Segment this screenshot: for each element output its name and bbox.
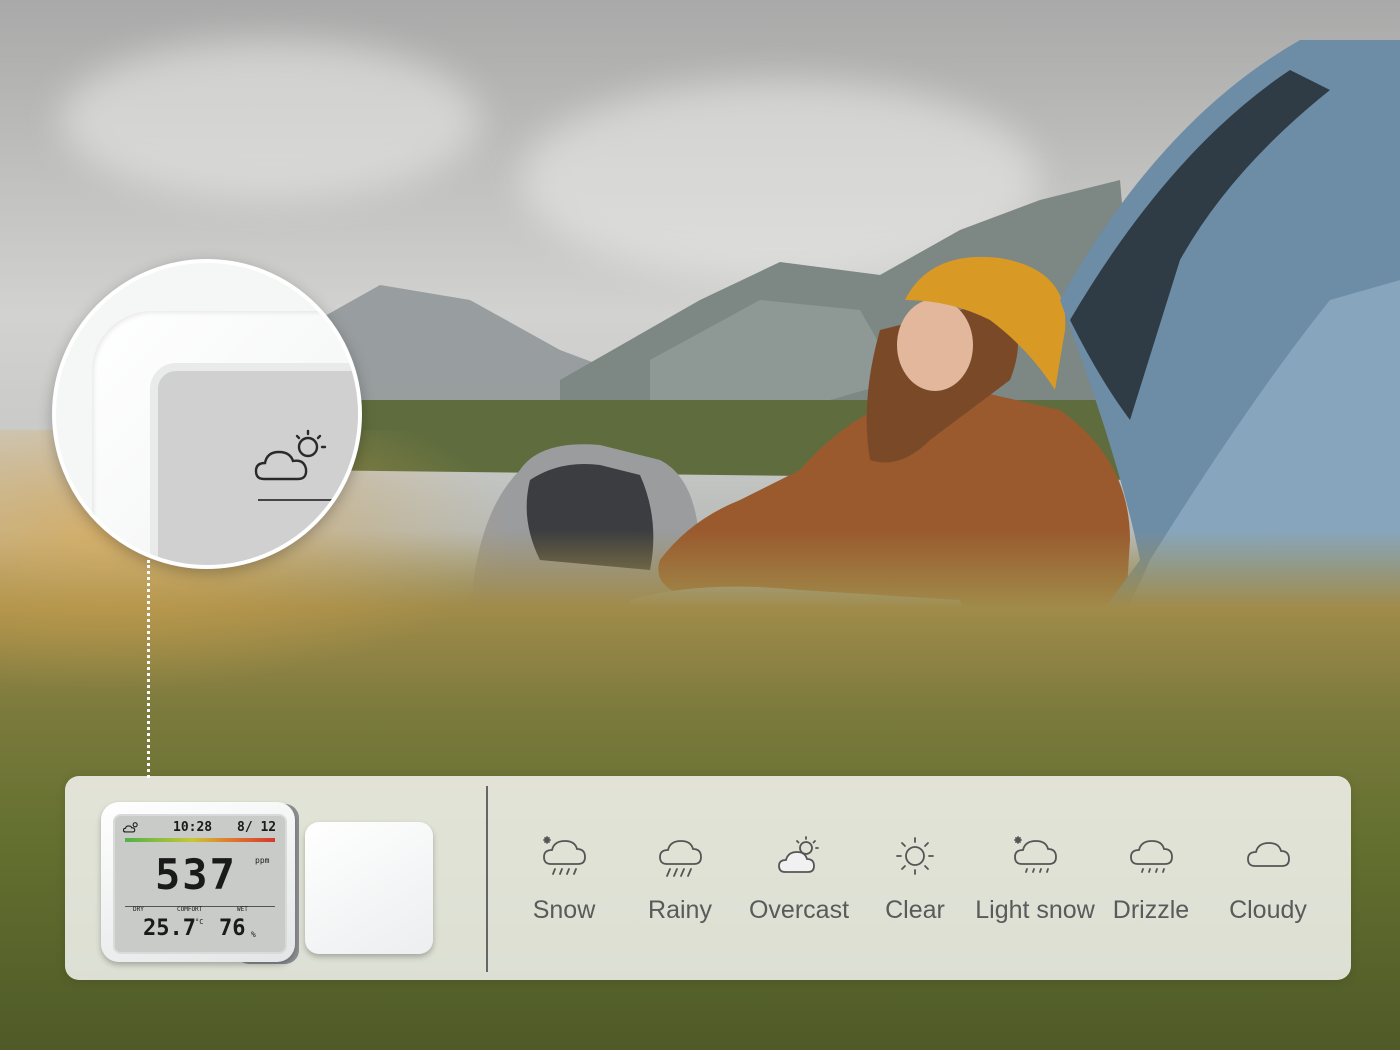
air-monitor-device: 10:28 8/ 12 537 ppm DRY COMFORT WET 25.7… (101, 802, 295, 962)
weather-modes-panel: 10:28 8/ 12 537 ppm DRY COMFORT WET 25.7… (65, 776, 1351, 980)
device-lcd: 10:28 8/ 12 537 ppm DRY COMFORT WET 25.7… (113, 814, 287, 954)
weather-label-light-snow: Light snow (975, 896, 1095, 924)
weather-item-rainy: Rainy (641, 834, 719, 925)
weather-item-snow: Snow (525, 834, 603, 925)
weather-item-cloudy: Cloudy (1225, 834, 1311, 925)
air-quality-bar (125, 838, 275, 842)
callout-connector (147, 560, 150, 778)
weather-label-cloudy: Cloudy (1229, 896, 1307, 924)
gateway-hub (305, 822, 433, 954)
snow-icon (543, 836, 586, 875)
lcd-co2-unit: ppm (255, 856, 270, 865)
weather-item-drizzle: Drizzle (1111, 834, 1191, 925)
lcd-weather-icon (123, 822, 138, 833)
weather-label-drizzle: Drizzle (1112, 896, 1190, 924)
lcd-zone-wet: WET (237, 906, 248, 913)
weather-label-overcast: Overcast (748, 896, 850, 924)
lcd-date: 8/ 12 (237, 820, 277, 835)
magnified-display-callout (52, 259, 362, 569)
cloudy-icon (1247, 842, 1290, 867)
lcd-zone-dry: DRY (133, 906, 144, 913)
lcd-temperature-unit: °C (195, 918, 204, 926)
lcd-humidity-unit: % (251, 930, 256, 939)
lcd-time: 10:28 (173, 820, 213, 835)
weather-item-overcast: Overcast (747, 834, 851, 925)
weather-label-rainy: Rainy (648, 896, 712, 924)
clear-icon (896, 837, 934, 875)
display-divider-line (258, 499, 338, 501)
lcd-humidity: 76 (219, 916, 246, 941)
lcd-co2-value: 537 (155, 850, 237, 899)
rainy-icon (659, 840, 702, 877)
lcd-temperature: 25.7 (143, 916, 196, 941)
light-snow-icon (1014, 836, 1057, 873)
drizzle-icon (1130, 840, 1173, 873)
weather-label-clear: Clear (885, 896, 945, 924)
weather-label-snow: Snow (532, 896, 596, 924)
overcast-icon (254, 429, 327, 481)
weather-item-clear: Clear (879, 834, 951, 925)
lcd-zone-comfort: COMFORT (177, 906, 203, 913)
overcast-icon (778, 836, 819, 873)
panel-divider (486, 786, 488, 972)
weather-item-light-snow: Light snow (971, 834, 1099, 925)
